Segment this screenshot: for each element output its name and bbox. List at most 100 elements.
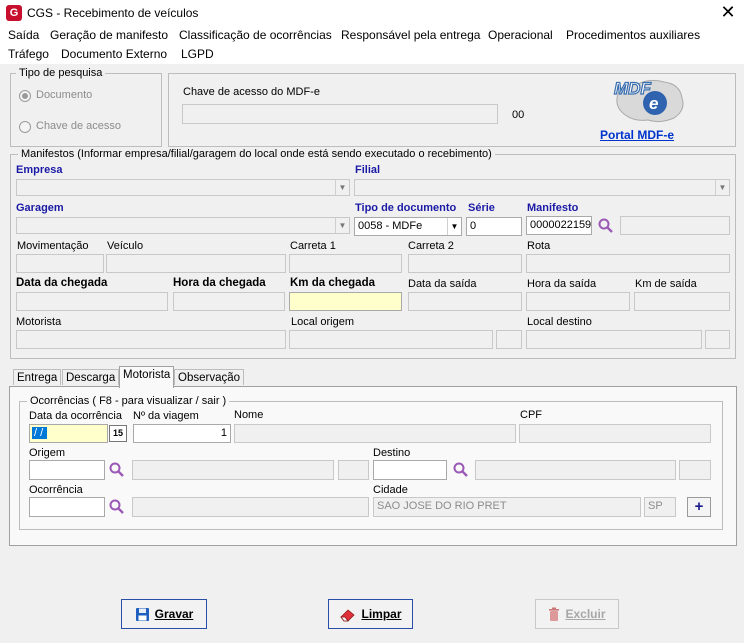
num-viagem-label: Nº da viagem [133, 410, 199, 422]
movimentacao-field [16, 254, 104, 273]
calendar-icon[interactable]: 15 [109, 425, 127, 442]
search-icon[interactable] [109, 499, 124, 514]
menu-classificacao-ocorrencias[interactable]: Classificação de ocorrências [179, 28, 332, 42]
destino-uf-field [679, 460, 711, 480]
veiculo-field [106, 254, 286, 273]
local-destino-label: Local destino [527, 316, 592, 328]
carreta1-label: Carreta 1 [290, 240, 336, 252]
serie-input[interactable]: 0 [466, 217, 522, 236]
mdfe-logo-icon: MDF e [608, 76, 688, 124]
chevron-down-icon[interactable]: ▼ [335, 218, 349, 233]
svg-text:MDF: MDF [614, 79, 651, 98]
add-icon[interactable]: + [687, 497, 711, 517]
carreta2-field [408, 254, 522, 273]
empresa-label: Empresa [16, 164, 63, 176]
data-ocorrencia-input[interactable]: / / [29, 424, 108, 443]
manifesto-input[interactable]: 0000022159 [526, 216, 592, 235]
data-chegada-label: Data da chegada [16, 277, 108, 289]
data-saida-field [408, 292, 522, 311]
tab-descarga[interactable]: Descarga [62, 369, 120, 385]
carreta2-label: Carreta 2 [408, 240, 454, 252]
tipo-pesquisa-legend: Tipo de pesquisa [16, 67, 106, 79]
search-icon[interactable] [453, 462, 468, 477]
cidade-label: Cidade [373, 484, 408, 496]
radio-documento-label: Documento [36, 89, 93, 101]
local-origem-uf-field [496, 330, 522, 349]
data-ocorrencia-label: Data da ocorrência [29, 410, 122, 422]
num-viagem-input[interactable]: 1 [133, 424, 231, 443]
app-logo-icon: G [6, 5, 22, 21]
veiculo-label: Veículo [107, 240, 144, 252]
floppy-disk-icon [135, 607, 149, 621]
cpf-field [519, 424, 711, 443]
menu-operacional[interactable]: Operacional [488, 28, 553, 42]
svg-text:e: e [649, 94, 658, 113]
menu-documento-externo[interactable]: Documento Externo [61, 47, 167, 61]
destino-desc-field [475, 460, 676, 480]
tab-entrega[interactable]: Entrega [13, 369, 62, 385]
km-saida-field [634, 292, 730, 311]
tab-motorista[interactable]: Motorista [119, 366, 175, 388]
filial-combo[interactable]: ▼ [354, 179, 730, 196]
ocorrencia-label: Ocorrência [29, 484, 83, 496]
tipo-pesquisa-group [10, 73, 162, 147]
menu-procedimentos-auxiliares[interactable]: Procedimentos auxiliares [566, 28, 700, 42]
destino-label: Destino [373, 447, 411, 459]
radio-documento[interactable] [19, 90, 31, 102]
chevron-down-icon[interactable]: ▼ [715, 180, 729, 195]
nome-label: Nome [234, 409, 264, 421]
gravar-label: Gravar [154, 607, 194, 621]
origem-label: Origem [29, 447, 66, 459]
menu-bar: Saída Geração de manifesto Classificação… [0, 26, 744, 64]
radio-chave-acesso[interactable] [19, 121, 31, 133]
hora-saida-label: Hora da saída [527, 278, 597, 290]
menu-saida[interactable]: Saída [8, 28, 39, 42]
menu-trafego[interactable]: Tráfego [8, 47, 49, 61]
ocorrencias-legend: Ocorrências ( F8 - para visualizar / sai… [27, 395, 230, 407]
chave-counter: 00 [512, 109, 525, 121]
data-chegada-field[interactable] [16, 292, 168, 311]
window-title: CGS - Recebimento de veículos [27, 6, 199, 20]
hora-chegada-label: Hora da chegada [173, 277, 266, 289]
destino-input[interactable] [373, 460, 447, 480]
chave-acesso-label: Chave de acesso do MDF-e [183, 86, 320, 98]
km-chegada-input[interactable] [289, 292, 402, 311]
chevron-down-icon[interactable]: ▼ [447, 218, 461, 235]
hora-saida-field [526, 292, 630, 311]
eraser-icon [340, 608, 356, 621]
menu-geracao-manifesto[interactable]: Geração de manifesto [50, 28, 168, 42]
title-bar: G CGS - Recebimento de veículos ✕ [0, 0, 744, 26]
cidade-uf-field: SP [644, 497, 676, 517]
menu-lgpd[interactable]: LGPD [181, 47, 214, 61]
garagem-label: Garagem [16, 202, 64, 214]
portal-mdfe-link[interactable]: Portal MDF-e [600, 128, 674, 142]
manifestos-legend: Manifestos (Informar empresa/filial/gara… [18, 148, 495, 160]
menu-responsavel-entrega[interactable]: Responsável pela entrega [341, 28, 480, 42]
close-icon[interactable]: ✕ [719, 1, 737, 23]
manifesto-desc-field [620, 216, 730, 235]
local-origem-field [289, 330, 493, 349]
carreta1-field [289, 254, 402, 273]
search-icon[interactable] [598, 218, 613, 233]
gravar-button[interactable]: Gravar [121, 599, 207, 629]
chave-acesso-input[interactable] [182, 104, 498, 124]
garagem-combo[interactable]: ▼ [16, 217, 350, 234]
tipo-documento-select[interactable]: 0058 - MDFe ▼ [354, 217, 462, 236]
origem-input[interactable] [29, 460, 105, 480]
movimentacao-label: Movimentação [17, 240, 89, 252]
empresa-combo[interactable]: ▼ [16, 179, 350, 196]
ocorrencia-desc-field [132, 497, 369, 517]
hora-chegada-field[interactable] [173, 292, 285, 311]
limpar-button[interactable]: Limpar [328, 599, 413, 629]
chevron-down-icon[interactable]: ▼ [335, 180, 349, 195]
data-saida-label: Data da saída [408, 278, 477, 290]
excluir-button[interactable]: Excluir [535, 599, 619, 629]
search-icon[interactable] [109, 462, 124, 477]
excluir-label: Excluir [565, 607, 606, 621]
rota-label: Rota [527, 240, 551, 252]
origem-desc-field [132, 460, 334, 480]
tab-observacao[interactable]: Observação [174, 369, 245, 385]
data-ocorrencia-value: / / [32, 427, 48, 439]
ocorrencia-input[interactable] [29, 497, 105, 517]
trash-icon [549, 607, 560, 621]
